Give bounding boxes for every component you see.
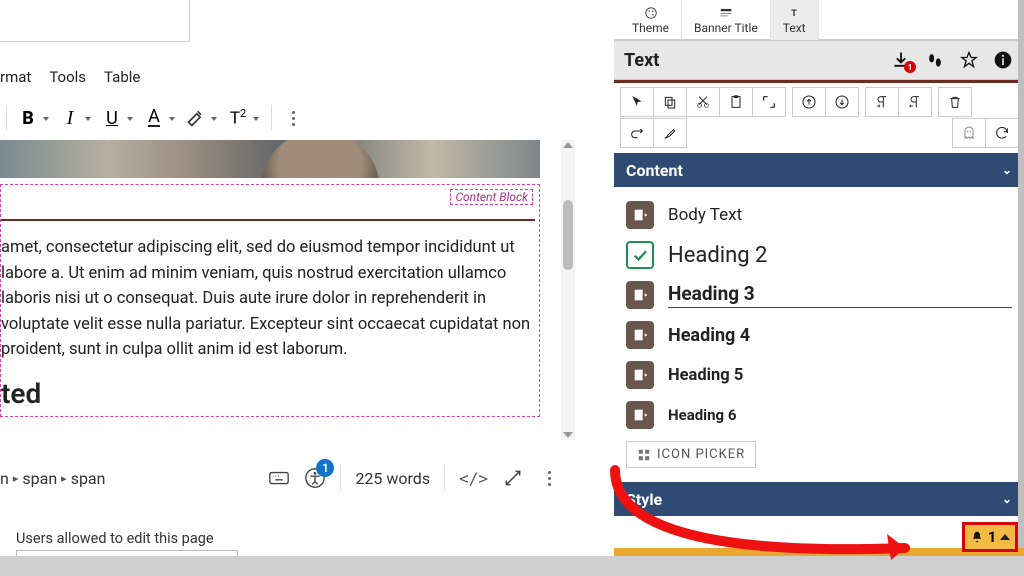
style-section-header[interactable]: Style⌄	[614, 482, 1024, 516]
panel-section-header: Text 1	[614, 40, 1024, 80]
menu-tools[interactable]: Tools	[49, 68, 86, 96]
content-heading-2[interactable]: Heading 2	[624, 235, 1014, 275]
tab-banner-title[interactable]: Banner Title	[682, 0, 771, 40]
pilcrow-left-icon[interactable]	[898, 87, 932, 117]
bold-button[interactable]: B	[13, 103, 43, 133]
refresh-icon[interactable]	[985, 118, 1019, 148]
body-paragraph[interactable]: amet, consectetur adipiscing elit, sed d…	[1, 235, 531, 363]
insert-icon	[626, 401, 654, 429]
info-icon[interactable]	[992, 49, 1014, 71]
content-section-header[interactable]: Content⌄	[614, 153, 1024, 187]
brush-icon[interactable]	[653, 118, 687, 148]
tab-text[interactable]: T Text	[771, 0, 819, 40]
notification-button[interactable]: 1	[962, 522, 1018, 552]
more-toolbar-button[interactable]	[278, 103, 308, 133]
menu-format[interactable]: rmat	[0, 68, 31, 96]
redo-icon[interactable]	[620, 118, 654, 148]
permissions-label: Users allowed to edit this page	[16, 530, 214, 547]
download-icon[interactable]: 1	[890, 49, 912, 71]
move-down-icon[interactable]	[825, 87, 859, 117]
move-up-icon[interactable]	[792, 87, 826, 117]
keyboard-icon[interactable]	[268, 467, 290, 489]
accessibility-badge: 1	[316, 459, 334, 477]
pilcrow-right-icon[interactable]	[865, 87, 899, 117]
content-list: Body Text Heading 2 Heading 3 Heading 4 …	[614, 187, 1024, 478]
panel-tabs: Theme Banner Title T Text	[614, 0, 1024, 40]
bottom-strip	[0, 556, 1024, 576]
icon-picker-button[interactable]: ICON PICKER	[626, 441, 756, 468]
content-heading-6[interactable]: Heading 6	[624, 395, 1014, 435]
more-status-button[interactable]	[538, 467, 560, 489]
insert-icon	[626, 281, 654, 309]
insert-icon	[626, 361, 654, 389]
editor-canvas[interactable]: Content Block amet, consectetur adipisci…	[0, 140, 560, 440]
highlight-button[interactable]	[181, 103, 211, 133]
panel-toolbar-row2	[614, 118, 1024, 153]
editor-pane: rmat Tools Table B I U A T2 Content Bloc…	[0, 0, 615, 576]
content-block-tag: Content Block	[450, 189, 533, 205]
menu-table[interactable]: Table	[104, 68, 140, 96]
word-count[interactable]: 225 words	[355, 469, 430, 488]
title-input[interactable]	[0, 0, 190, 42]
editor-menubar: rmat Tools Table	[0, 68, 140, 96]
italic-button[interactable]: I	[55, 103, 85, 133]
editor-statusbar: n ▸ span ▸ span 1 225 words </>	[0, 458, 560, 498]
content-block-outline[interactable]: Content Block amet, consectetur adipisci…	[0, 184, 540, 417]
right-strip	[1018, 0, 1024, 556]
heading-partial[interactable]: ted	[1, 377, 539, 410]
html-view-button[interactable]: </>	[459, 469, 488, 488]
tab-theme[interactable]: Theme	[620, 0, 682, 40]
insert-icon	[626, 321, 654, 349]
check-icon	[626, 241, 654, 269]
paste-icon[interactable]	[719, 87, 753, 117]
fullscreen-button[interactable]	[502, 467, 524, 489]
expand-icon[interactable]	[752, 87, 786, 117]
banner-image	[0, 140, 540, 178]
delete-icon[interactable]	[938, 87, 972, 117]
caret-up-icon	[1000, 534, 1010, 540]
superscript-button[interactable]: T2	[223, 103, 253, 133]
divider	[1, 219, 535, 221]
download-badge: 1	[904, 61, 916, 73]
insert-icon	[626, 201, 654, 229]
accessibility-icon[interactable]: 1	[304, 467, 326, 489]
panel-toolbar-row1	[614, 83, 1024, 118]
cursor-icon[interactable]	[620, 87, 654, 117]
star-icon[interactable]	[958, 49, 980, 71]
content-heading-3[interactable]: Heading 3	[624, 275, 1014, 315]
copy-icon[interactable]	[653, 87, 687, 117]
editor-toolbar: B I U A T2	[0, 100, 308, 136]
content-heading-4[interactable]: Heading 4	[624, 315, 1014, 355]
side-panel: Theme Banner Title T Text Text 1	[614, 0, 1024, 576]
ghost-icon[interactable]	[952, 118, 986, 148]
svg-text:T: T	[791, 7, 797, 18]
bell-icon	[970, 530, 984, 544]
content-heading-5[interactable]: Heading 5	[624, 355, 1014, 395]
text-color-button[interactable]: A	[139, 103, 169, 133]
content-body-text[interactable]: Body Text	[624, 195, 1014, 235]
element-breadcrumb[interactable]: n ▸ span ▸ span	[0, 469, 105, 488]
vertical-scrollbar[interactable]	[561, 140, 575, 440]
underline-button[interactable]: U	[97, 103, 127, 133]
cut-icon[interactable]	[686, 87, 720, 117]
footprints-icon[interactable]	[924, 49, 946, 71]
